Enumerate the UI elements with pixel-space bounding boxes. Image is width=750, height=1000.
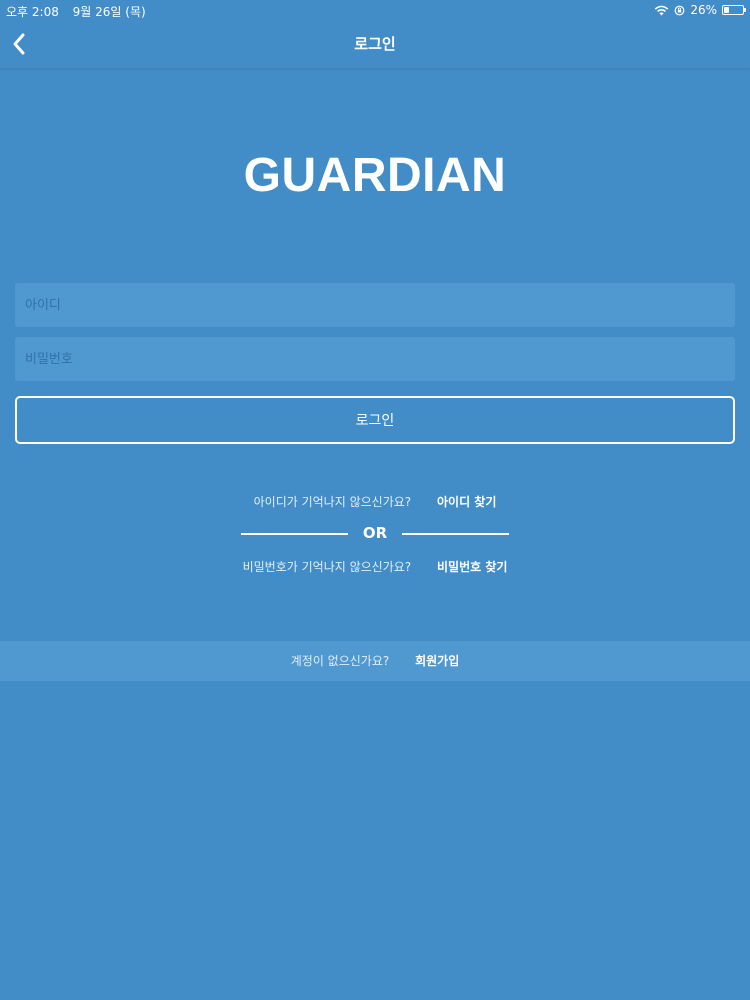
status-left: 오후 2:08 9월 26일 (목) — [6, 3, 146, 20]
battery-fill — [724, 7, 729, 13]
login-button[interactable]: 로그인 — [15, 396, 735, 444]
nav-bar: 로그인 — [0, 20, 750, 69]
id-input[interactable] — [15, 283, 735, 327]
rotation-lock-icon — [674, 5, 685, 16]
divider-line-right — [402, 533, 509, 535]
app-logo: GUARDIAN — [243, 149, 507, 202]
status-date: 9월 26일 (목) — [72, 5, 146, 19]
password-input[interactable] — [15, 337, 735, 381]
find-id-link[interactable]: 아이디 찾기 — [437, 495, 496, 509]
find-id-question: 아이디가 기억나지 않으신가요? — [253, 495, 412, 509]
battery-percent: 26% — [690, 3, 717, 17]
signup-link[interactable]: 회원가입 — [415, 654, 459, 668]
find-id-row: 아이디가 기억나지 않으신가요? 아이디 찾기 — [0, 493, 750, 510]
find-password-question: 비밀번호가 기억나지 않으신가요? — [242, 560, 412, 574]
find-password-row: 비밀번호가 기억나지 않으신가요? 비밀번호 찾기 — [0, 558, 750, 575]
status-bar: 오후 2:08 9월 26일 (목) 26% — [0, 0, 750, 20]
battery-icon — [722, 5, 746, 15]
signup-bar: 계정이 없으신가요? 회원가입 — [0, 641, 750, 681]
find-password-link[interactable]: 비밀번호 찾기 — [437, 560, 507, 574]
status-time: 오후 2:08 — [6, 5, 59, 19]
page-title: 로그인 — [354, 35, 396, 53]
status-right: 26% — [654, 3, 746, 17]
or-divider: OR — [241, 523, 509, 543]
signup-question: 계정이 없으신가요? — [290, 654, 390, 668]
wifi-icon — [654, 5, 669, 16]
